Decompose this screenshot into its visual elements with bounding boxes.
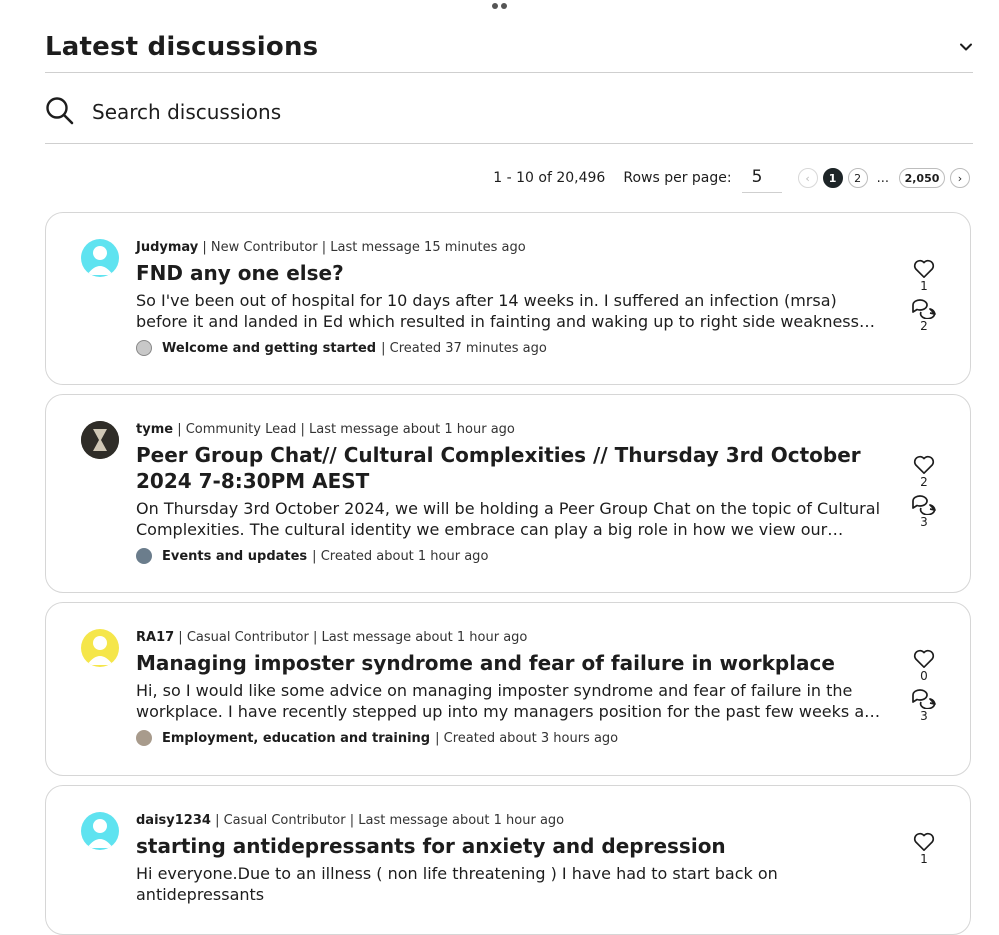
like-count: 1	[920, 852, 928, 866]
last-message-time: Last message about 1 hour ago	[358, 813, 565, 828]
page-button-1[interactable]: 1	[822, 168, 843, 188]
author-name[interactable]: daisy1234	[136, 813, 211, 828]
avatar[interactable]	[81, 421, 119, 459]
reply-count: 2	[920, 319, 928, 333]
avatar[interactable]	[81, 239, 119, 277]
avatar[interactable]	[81, 629, 119, 667]
discussion-excerpt: On Thursday 3rd October 2024, we will be…	[136, 499, 881, 539]
heart-icon[interactable]	[913, 455, 935, 475]
created-time: Created 37 minutes ago	[389, 340, 547, 356]
last-page-button[interactable]: 2,050	[899, 168, 945, 188]
discussion-excerpt: Hi everyone.Due to an illness ( non life…	[136, 864, 778, 904]
reply-count: 3	[920, 515, 928, 529]
hourglass-icon	[81, 421, 119, 459]
board-name[interactable]: Events and updates	[162, 549, 307, 564]
board-name[interactable]: Welcome and getting started	[162, 341, 376, 356]
search-input[interactable]	[90, 94, 894, 130]
like-count: 0	[920, 669, 928, 683]
post-meta: daisy1234 | Casual Contributor | Last me…	[136, 813, 565, 828]
discussion-excerpt: Hi, so I would like some advice on manag…	[136, 681, 885, 721]
discussion-card[interactable]: RA17 | Casual Contributor | Last message…	[45, 602, 971, 776]
author-role: Casual Contributor	[186, 630, 309, 645]
board-icon	[136, 730, 152, 746]
author-name[interactable]: Judymay	[136, 240, 198, 255]
discussion-excerpt: So I've been out of hospital for 10 days…	[136, 291, 859, 331]
replies-icon[interactable]	[911, 493, 937, 515]
board-info: Employment, education and training | Crea…	[136, 730, 618, 746]
post-stats: 1 2	[911, 259, 937, 337]
discussion-card[interactable]: daisy1234 | Casual Contributor | Last me…	[45, 785, 971, 935]
discussion-title[interactable]: FND any one else?	[136, 260, 906, 286]
page-title: Latest discussions	[45, 32, 319, 62]
created-time: Created about 3 hours ago	[443, 730, 619, 746]
next-page-button[interactable]: ›	[950, 168, 970, 188]
discussion-title[interactable]: Managing imposter syndrome and fear of f…	[136, 650, 906, 676]
author-name[interactable]: RA17	[136, 630, 174, 645]
discussion-title[interactable]: starting antidepressants for anxiety and…	[136, 833, 906, 859]
board-info: Welcome and getting started | Created 37 …	[136, 340, 547, 356]
board-icon	[136, 340, 152, 356]
like-count: 2	[920, 475, 928, 489]
post-meta: Judymay | New Contributor | Last message…	[136, 240, 526, 255]
last-message-time: Last message 15 minutes ago	[330, 240, 526, 255]
rows-per-page-select[interactable]: 5	[741, 164, 782, 193]
heart-icon[interactable]	[913, 832, 935, 852]
result-range: 1 - 10 of 20,496	[493, 170, 606, 186]
page-button-2[interactable]: 2	[847, 168, 868, 188]
prev-page-button[interactable]: ‹	[797, 168, 818, 188]
author-role: Casual Contributor	[223, 813, 346, 828]
pagination: 1 - 10 of 20,496 Rows per page: 5 ‹ 1 2 …	[493, 164, 975, 193]
author-role: New Contributor	[210, 240, 318, 255]
reply-count: 3	[920, 709, 928, 723]
author-role: Community Lead	[185, 422, 297, 437]
replies-icon[interactable]	[911, 687, 937, 709]
avatar[interactable]	[81, 812, 119, 850]
created-time: Created about 1 hour ago	[320, 548, 489, 564]
post-meta: RA17 | Casual Contributor | Last message…	[136, 630, 528, 645]
post-stats: 2 3	[911, 455, 937, 533]
post-stats: 0 3	[911, 649, 937, 727]
post-meta: tyme | Community Lead | Last message abo…	[136, 422, 515, 437]
top-indicator	[492, 0, 522, 9]
rows-per-page-label: Rows per page:	[623, 170, 732, 186]
heart-icon[interactable]	[913, 649, 935, 669]
author-name[interactable]: tyme	[136, 422, 173, 437]
last-message-time: Last message about 1 hour ago	[308, 422, 515, 437]
latest-discussions-header[interactable]: Latest discussions	[45, 30, 973, 73]
replies-icon[interactable]	[911, 297, 937, 319]
discussion-card[interactable]: tyme | Community Lead | Last message abo…	[45, 394, 971, 593]
board-icon	[136, 548, 152, 564]
post-stats: 1	[911, 832, 937, 870]
last-message-time: Last message about 1 hour ago	[321, 630, 528, 645]
search-bar[interactable]	[45, 90, 973, 144]
search-icon[interactable]	[45, 96, 75, 126]
discussion-card[interactable]: Judymay | New Contributor | Last message…	[45, 212, 971, 385]
user-avatar-icon	[87, 819, 113, 848]
board-name[interactable]: Employment, education and training	[162, 731, 430, 746]
board-info: Events and updates | Created about 1 hour…	[136, 548, 488, 564]
like-count: 1	[920, 279, 928, 293]
chevron-down-icon[interactable]	[959, 40, 973, 54]
heart-icon[interactable]	[913, 259, 935, 279]
discussion-title[interactable]: Peer Group Chat// Cultural Complexities …	[136, 442, 906, 494]
user-avatar-icon	[87, 246, 113, 275]
pagination-ellipsis: ...	[876, 170, 889, 186]
user-avatar-icon	[87, 636, 113, 665]
